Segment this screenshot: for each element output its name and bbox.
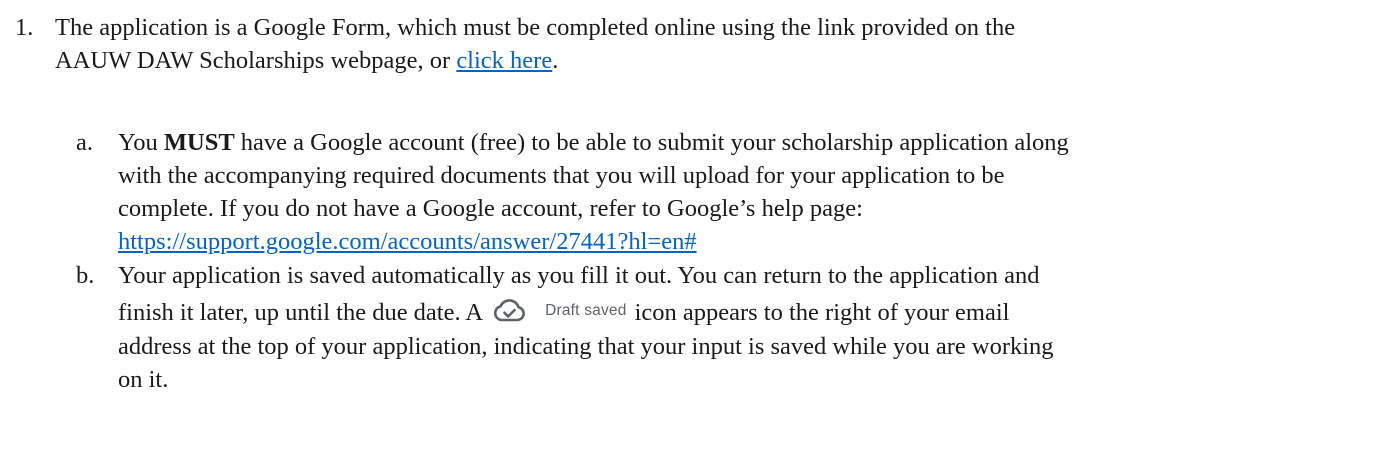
- item-b-line1: Your application is saved automatically …: [118, 262, 1040, 289]
- item-a-line1-suffix: have a Google account (free) to be able …: [234, 129, 1069, 156]
- item-a-line1: You MUST have a Google account (free) to…: [118, 127, 1069, 159]
- item1-line1: The application is a Google Form, which …: [55, 14, 1016, 41]
- item-a-line1-prefix: You: [118, 129, 164, 156]
- click-here-link[interactable]: click here: [456, 47, 552, 74]
- item1-line2: AAUW DAW Scholarships webpage, or click …: [55, 45, 558, 77]
- item-b-line4: on it.: [118, 366, 169, 393]
- item-b-line2-prefix: finish it later, up until the due date. …: [118, 299, 484, 326]
- draft-saved-indicator: Draft saved: [491, 295, 626, 327]
- item-a-line3: complete. If you do not have a Google ac…: [118, 195, 863, 222]
- list-number-1: 1.: [15, 14, 34, 41]
- item-a-line4: https://support.google.com/accounts/answ…: [118, 226, 697, 258]
- list-letter-b: b.: [76, 262, 95, 289]
- must-emphasis: MUST: [163, 129, 235, 156]
- item-b-line2-suffix: icon appears to the right of your email: [634, 299, 1010, 326]
- list-letter-a: a.: [76, 129, 93, 156]
- item1-line2-prefix: AAUW DAW Scholarships webpage, or: [55, 47, 457, 74]
- cloud-check-icon: [491, 298, 527, 324]
- item-b-line3: address at the top of your application, …: [118, 333, 1054, 360]
- google-help-url-link[interactable]: https://support.google.com/accounts/answ…: [118, 228, 697, 255]
- item1-line2-suffix: .: [552, 47, 559, 74]
- item-a-line2: with the accompanying required documents…: [118, 162, 1005, 189]
- item-b-line2: finish it later, up until the due date. …: [118, 297, 1009, 330]
- draft-saved-label: Draft saved: [545, 302, 627, 320]
